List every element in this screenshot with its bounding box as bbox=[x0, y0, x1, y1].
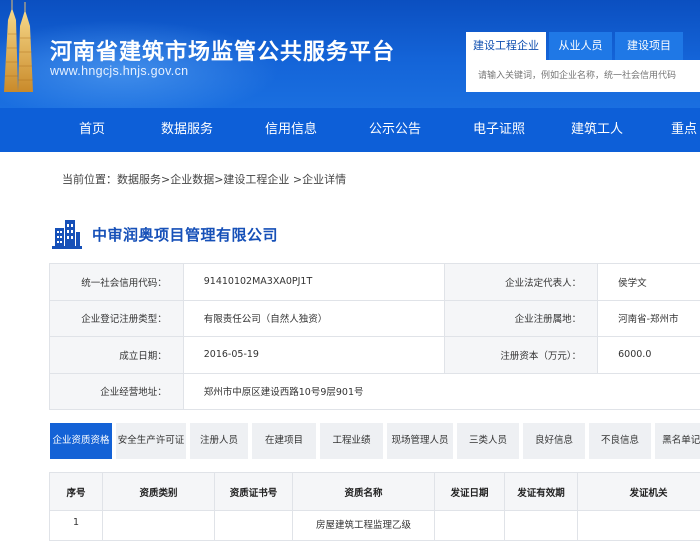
capital-label: 注册资本（万元）： bbox=[445, 337, 598, 374]
cell-authority bbox=[578, 511, 700, 541]
tab-safety-license[interactable]: 安全生产许可证 bbox=[116, 423, 186, 459]
main-nav: 首页 数据服务 信用信息 公示公告 电子证照 建筑工人 重点 bbox=[0, 108, 700, 152]
building-icon bbox=[52, 218, 82, 250]
search-tabs: 建设工程企业 从业人员 建设项目 bbox=[466, 32, 700, 60]
info-row: 统一社会信用代码： 91410102MA3XA0PJ1T 企业法定代表人： 侯学… bbox=[50, 264, 700, 301]
nav-item-key[interactable]: 重点 bbox=[671, 108, 697, 152]
search-input[interactable] bbox=[466, 60, 700, 92]
site-header: 河南省建筑市场监管公共服务平台 www.hngcjs.hnjs.gov.cn 建… bbox=[0, 0, 700, 108]
company-name: 中审润奥项目管理有限公司 bbox=[92, 224, 278, 245]
nav-item-e-license[interactable]: 电子证照 bbox=[473, 108, 525, 152]
table-header-row: 序号 资质类别 资质证书号 资质名称 发证日期 发证有效期 发证机关 bbox=[50, 473, 700, 511]
tab-qualifications[interactable]: 企业资质资格 bbox=[50, 423, 112, 459]
reg-type-value: 有限责任公司（自然人独资） bbox=[183, 300, 445, 337]
nav-item-workers[interactable]: 建筑工人 bbox=[571, 108, 623, 152]
address-label: 企业经营地址： bbox=[50, 373, 184, 410]
cell-name: 房屋建筑工程监理乙级 bbox=[293, 511, 435, 541]
capital-value: 6000.0 bbox=[598, 337, 700, 374]
search-tab-enterprise[interactable]: 建设工程企业 bbox=[466, 32, 546, 60]
founded-date-label: 成立日期： bbox=[50, 337, 184, 374]
col-header-issue-date: 发证日期 bbox=[435, 473, 505, 511]
col-header-name: 资质名称 bbox=[293, 473, 435, 511]
detail-tabs: 企业资质资格 安全生产许可证 注册人员 在建项目 工程业绩 现场管理人员 三类人… bbox=[50, 423, 700, 459]
col-header-category: 资质类别 bbox=[103, 473, 215, 511]
tab-blacklist[interactable]: 黑名单记录 bbox=[655, 423, 700, 459]
tab-bad-records[interactable]: 不良信息 bbox=[589, 423, 651, 459]
nav-item-data-service[interactable]: 数据服务 bbox=[161, 108, 213, 152]
nav-item-announcements[interactable]: 公示公告 bbox=[369, 108, 421, 152]
cell-valid-until bbox=[505, 511, 578, 541]
cell-cert-no bbox=[215, 511, 293, 541]
cell-category bbox=[103, 511, 215, 541]
breadcrumb[interactable]: 当前位置：数据服务>企业数据>建设工程企业 >企业详情 bbox=[62, 171, 346, 187]
reg-type-label: 企业登记注册类型： bbox=[50, 300, 184, 337]
qualification-table: 序号 资质类别 资质证书号 资质名称 发证日期 发证有效期 发证机关 1 房屋建… bbox=[49, 472, 700, 541]
tab-site-managers[interactable]: 现场管理人员 bbox=[387, 423, 453, 459]
col-header-authority: 发证机关 bbox=[578, 473, 700, 511]
info-row: 企业登记注册类型： 有限责任公司（自然人独资） 企业注册属地： 河南省-郑州市 bbox=[50, 300, 700, 337]
site-title: 河南省建筑市场监管公共服务平台 bbox=[50, 34, 395, 66]
company-info-table: 统一社会信用代码： 91410102MA3XA0PJ1T 企业法定代表人： 侯学… bbox=[49, 263, 700, 410]
table-row[interactable]: 1 房屋建筑工程监理乙级 bbox=[50, 511, 700, 541]
site-url: www.hngcjs.hnjs.gov.cn bbox=[50, 64, 188, 78]
info-row: 企业经营地址： 郑州市中原区建设西路10号9层901号 bbox=[50, 373, 700, 410]
cell-issue-date bbox=[435, 511, 505, 541]
reg-place-label: 企业注册属地： bbox=[445, 300, 598, 337]
nav-item-home[interactable]: 首页 bbox=[79, 108, 105, 152]
twin-towers-logo-icon bbox=[0, 0, 40, 92]
tab-ongoing-projects[interactable]: 在建项目 bbox=[252, 423, 316, 459]
search-tab-project[interactable]: 建设项目 bbox=[615, 32, 683, 60]
legal-rep-label: 企业法定代表人： bbox=[445, 264, 598, 301]
reg-place-value: 河南省-郑州市 bbox=[598, 300, 700, 337]
search-tab-personnel[interactable]: 从业人员 bbox=[549, 32, 612, 60]
credit-code-value: 91410102MA3XA0PJ1T bbox=[183, 264, 445, 301]
address-value: 郑州市中原区建设西路10号9层901号 bbox=[183, 373, 700, 410]
col-header-index: 序号 bbox=[50, 473, 103, 511]
col-header-cert-no: 资质证书号 bbox=[215, 473, 293, 511]
tab-three-types-staff[interactable]: 三类人员 bbox=[457, 423, 519, 459]
tab-good-records[interactable]: 良好信息 bbox=[523, 423, 585, 459]
info-row: 成立日期： 2016-05-19 注册资本（万元）： 6000.0 bbox=[50, 337, 700, 374]
tab-registered-staff[interactable]: 注册人员 bbox=[190, 423, 248, 459]
founded-date-value: 2016-05-19 bbox=[183, 337, 445, 374]
nav-item-credit[interactable]: 信用信息 bbox=[265, 108, 317, 152]
company-header: 中审润奥项目管理有限公司 bbox=[52, 218, 278, 250]
cell-index: 1 bbox=[50, 511, 103, 541]
tab-project-records[interactable]: 工程业绩 bbox=[320, 423, 383, 459]
col-header-valid-until: 发证有效期 bbox=[505, 473, 578, 511]
credit-code-label: 统一社会信用代码： bbox=[50, 264, 184, 301]
legal-rep-value: 侯学文 bbox=[598, 264, 700, 301]
search-box: 建设工程企业 从业人员 建设项目 bbox=[466, 32, 700, 92]
